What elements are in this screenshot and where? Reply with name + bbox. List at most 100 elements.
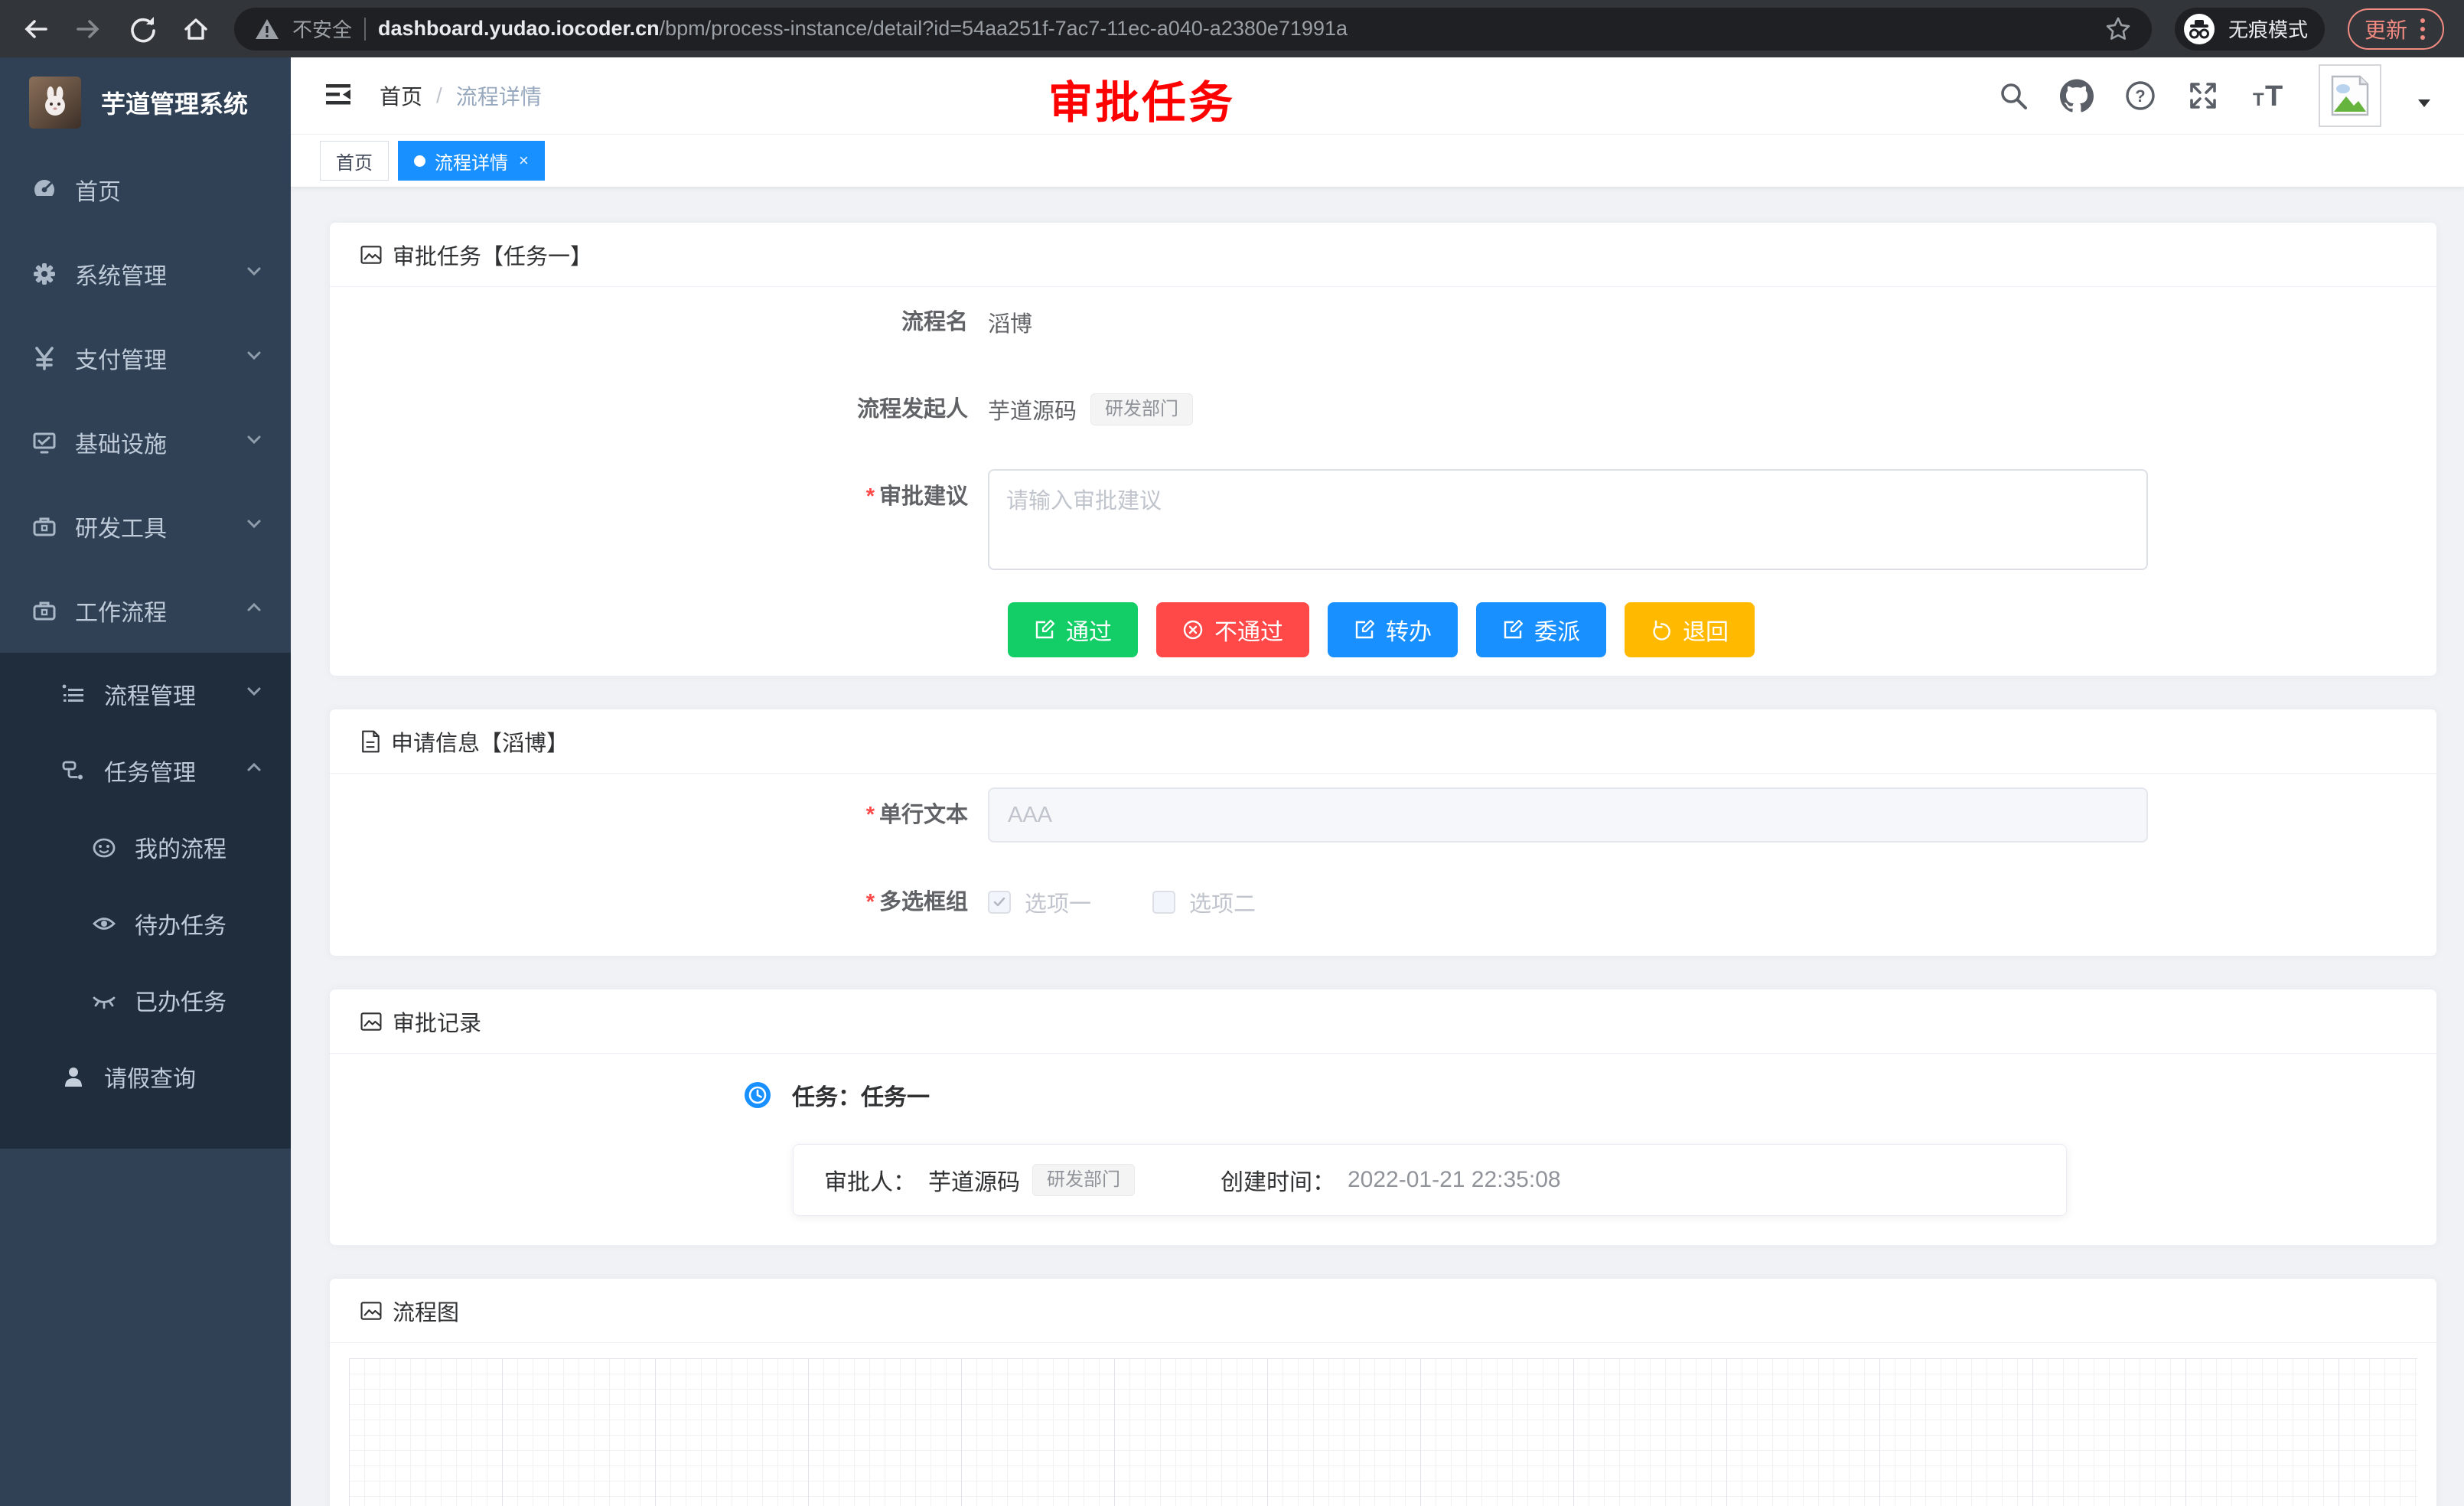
incognito-badge: 无痕模式	[2175, 8, 2325, 51]
breadcrumb: 首页 / 流程详情	[380, 80, 542, 111]
font-size-icon[interactable]: TT	[2250, 80, 2288, 112]
checkbox-option2[interactable]	[1152, 891, 1175, 914]
return-button[interactable]: 退回	[1625, 602, 1755, 657]
card-title: 审批记录	[393, 1006, 481, 1038]
tab-process-detail[interactable]: 流程详情 ×	[398, 141, 545, 181]
picture-icon	[359, 1299, 383, 1323]
reload-icon[interactable]	[127, 14, 158, 44]
back-icon[interactable]	[20, 14, 51, 44]
chevron-up-icon	[243, 757, 265, 784]
required-asterisk: *	[866, 484, 875, 509]
breadcrumb-home[interactable]: 首页	[380, 80, 422, 111]
page-content: 审批任务【任务一】 流程名 滔博 流程发起人 芋道源码 研发部门	[291, 187, 2464, 1506]
field-label: 流程发起人	[330, 382, 988, 437]
approver-label: 审批人：	[824, 1163, 916, 1197]
logo-image	[29, 77, 81, 129]
sidebar-collapse-icon[interactable]	[323, 79, 354, 113]
sidebar-item-todo-tasks[interactable]: 待办任务	[0, 885, 291, 962]
approval-comment-input[interactable]	[988, 469, 2148, 570]
card-title: 申请信息【滔博】	[391, 725, 569, 758]
bookmark-star-icon[interactable]	[2104, 15, 2132, 43]
card-header: 审批任务【任务一】	[330, 223, 2436, 287]
svg-text:T: T	[2265, 80, 2283, 112]
approval-record-card: 审批记录 任务：任务一 审批人： 芋道源码 研发部门 创建时间： 2022-01…	[329, 989, 2437, 1246]
sidebar-item-process-mgmt[interactable]: 流程管理	[0, 656, 291, 732]
bpmn-canvas[interactable]	[349, 1358, 2417, 1506]
chevron-down-icon	[243, 513, 265, 540]
tab-home[interactable]: 首页	[320, 141, 389, 181]
forward-icon[interactable]	[73, 14, 104, 44]
card-header: 审批记录	[330, 989, 2436, 1054]
approval-actions: 通过 不通过 转办 委派	[1008, 602, 2406, 657]
sidebar-item-label: 流程管理	[104, 677, 196, 711]
check-icon	[992, 895, 1007, 910]
app-logo[interactable]: 芋道管理系统	[0, 57, 291, 148]
chevron-down-icon	[243, 429, 265, 456]
sidebar-item-my-process[interactable]: 我的流程	[0, 809, 291, 885]
single-line-text-input[interactable]	[988, 787, 2148, 843]
yen-icon	[31, 345, 58, 371]
reject-button[interactable]: 不通过	[1156, 602, 1309, 657]
github-icon[interactable]	[2060, 79, 2094, 112]
delegate-button[interactable]: 委派	[1476, 602, 1606, 657]
approve-button[interactable]: 通过	[1008, 602, 1138, 657]
sidebar-item-label: 请假查询	[104, 1060, 196, 1094]
update-button[interactable]: 更新	[2348, 8, 2444, 50]
document-icon	[359, 729, 382, 754]
sidebar-item-label: 系统管理	[75, 257, 167, 291]
chevron-down-icon	[243, 260, 265, 288]
security-label: 不安全	[292, 15, 352, 43]
edit-icon	[1502, 619, 1524, 641]
sidebar-item-label: 工作流程	[75, 594, 167, 628]
search-icon[interactable]	[1997, 80, 2029, 112]
app-title: 芋道管理系统	[101, 85, 248, 120]
menu-dots-icon[interactable]	[2418, 15, 2427, 43]
gear-icon	[31, 261, 58, 287]
card-title: 审批任务【任务一】	[393, 239, 592, 271]
user-icon	[60, 1064, 87, 1090]
approval-task-card: 审批任务【任务一】 流程名 滔博 流程发起人 芋道源码 研发部门	[329, 222, 2437, 676]
face-icon	[90, 834, 118, 860]
tab-label: 首页	[336, 148, 373, 174]
dept-tag: 研发部门	[1032, 1164, 1135, 1196]
approver-value: 芋道源码	[928, 1163, 1020, 1197]
checkbox-option1[interactable]	[988, 891, 1011, 914]
sidebar-item-leave-query[interactable]: 请假查询	[0, 1038, 291, 1115]
workflow-submenu: 流程管理 任务管理 我的流程 待办任务 已办任务 请假	[0, 653, 291, 1149]
sidebar-item-system[interactable]: 系统管理	[0, 232, 291, 316]
chevron-down-icon	[243, 680, 265, 708]
caret-down-icon[interactable]	[2417, 98, 2432, 112]
sidebar-item-label: 待办任务	[135, 907, 227, 940]
sidebar-item-workflow[interactable]: 工作流程	[0, 569, 291, 653]
card-title: 流程图	[393, 1295, 459, 1327]
toolbox-icon	[31, 513, 58, 539]
flow-diagram-card: 流程图	[329, 1278, 2437, 1506]
sidebar-item-home[interactable]: 首页	[0, 148, 291, 232]
picture-icon	[359, 243, 383, 267]
sidebar-item-label: 首页	[75, 173, 121, 207]
created-label: 创建时间：	[1221, 1163, 1335, 1197]
tab-label: 流程详情	[435, 148, 508, 174]
sidebar-item-devtools[interactable]: 研发工具	[0, 484, 291, 569]
monitor-icon	[31, 429, 58, 455]
sidebar-item-task-mgmt[interactable]: 任务管理	[0, 732, 291, 809]
fullscreen-icon[interactable]	[2187, 80, 2219, 112]
eye-closed-icon	[90, 987, 118, 1013]
transfer-button[interactable]: 转办	[1328, 602, 1458, 657]
process-name-value: 滔博	[988, 306, 1032, 338]
clock-icon	[743, 1081, 772, 1110]
home-icon[interactable]	[181, 14, 211, 44]
sidebar-item-infra[interactable]: 基础设施	[0, 400, 291, 484]
toolbox-icon	[31, 598, 58, 624]
breadcrumb-current: 流程详情	[456, 80, 542, 111]
avatar[interactable]	[2319, 64, 2381, 127]
sidebar-item-label: 任务管理	[104, 754, 196, 787]
address-bar[interactable]: 不安全 dashboard.yudao.iocoder.cn/bpm/proce…	[234, 8, 2152, 51]
required-asterisk: *	[866, 890, 875, 914]
required-asterisk: *	[866, 803, 875, 827]
help-icon[interactable]: ?	[2124, 80, 2156, 112]
checkbox-group: 选项一 选项二	[988, 886, 1256, 918]
sidebar-item-done-tasks[interactable]: 已办任务	[0, 962, 291, 1038]
close-icon[interactable]: ×	[519, 151, 529, 171]
sidebar-item-payment[interactable]: 支付管理	[0, 316, 291, 400]
